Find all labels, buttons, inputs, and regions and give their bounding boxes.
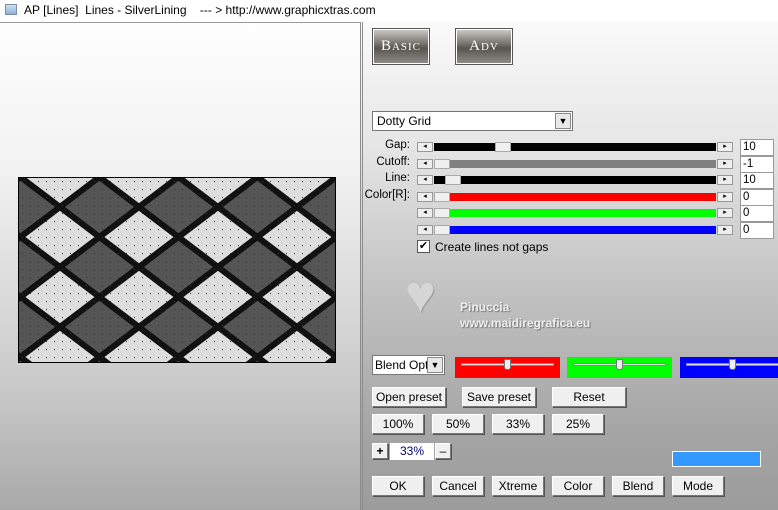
scroll-left-icon[interactable]: ◂: [417, 158, 433, 169]
scroll-right-icon[interactable]: ▸: [717, 142, 733, 152]
slider-value[interactable]: -1: [740, 155, 774, 173]
app-icon: [5, 4, 17, 15]
open-preset-button[interactable]: Open preset: [372, 387, 446, 407]
preview-image: [18, 177, 336, 363]
ok-button[interactable]: OK: [372, 476, 424, 496]
slider-track[interactable]: [434, 208, 716, 219]
xtreme-button[interactable]: Xtreme: [492, 476, 544, 496]
chevron-down-icon[interactable]: ▼: [555, 113, 571, 129]
scroll-left-icon[interactable]: ◂: [417, 175, 433, 186]
slider-label: Color[R]:: [364, 188, 410, 201]
zoom-in-button[interactable]: +: [372, 443, 388, 459]
tab-adv[interactable]: Adv: [455, 28, 513, 65]
create-lines-checkbox[interactable]: ✔: [417, 240, 430, 253]
slider-thumb[interactable]: [444, 175, 461, 186]
slider-track[interactable]: [434, 142, 716, 152]
slider-label: Gap:: [385, 139, 410, 151]
save-preset-button[interactable]: Save preset: [462, 387, 536, 407]
slider-value[interactable]: 10: [740, 139, 774, 156]
scroll-right-icon[interactable]: ▸: [717, 175, 733, 186]
slider-thumb[interactable]: [504, 359, 511, 370]
slider-thumb[interactable]: [434, 191, 450, 202]
scroll-left-icon[interactable]: ◂: [417, 191, 433, 202]
cancel-button[interactable]: Cancel: [432, 476, 484, 496]
blend-select-value: Blend Opti: [375, 358, 432, 372]
param-slider[interactable]: ◂ ▸: [417, 225, 733, 235]
title-bar: AP [Lines] Lines - SilverLining --- > ht…: [0, 0, 778, 22]
scroll-right-icon[interactable]: ▸: [717, 158, 733, 169]
watermark-url: www.maidiregrafica.eu: [460, 316, 591, 330]
heart-watermark-icon: ♥: [405, 266, 436, 324]
scroll-right-icon[interactable]: ▸: [717, 191, 733, 202]
blend-button[interactable]: Blend: [612, 476, 664, 496]
scroll-right-icon[interactable]: ▸: [717, 208, 733, 219]
blend-color-slider[interactable]: [455, 357, 560, 378]
slider-track[interactable]: [434, 191, 716, 202]
blend-options-select[interactable]: Blend Opti ▼: [372, 355, 445, 375]
slider-thumb[interactable]: [434, 158, 450, 169]
blend-color-slider[interactable]: [567, 357, 672, 378]
slider-thumb[interactable]: [434, 208, 450, 219]
slider-thumb[interactable]: [434, 225, 450, 235]
scroll-right-icon[interactable]: ▸: [717, 225, 733, 235]
scroll-left-icon[interactable]: ◂: [417, 208, 433, 219]
window-title: AP [Lines] Lines - SilverLining --- > ht…: [24, 3, 376, 17]
param-slider[interactable]: ◂ ▸: [417, 158, 733, 169]
slider-value[interactable]: 0: [740, 222, 774, 239]
slider-thumb[interactable]: [616, 359, 623, 370]
slider-track[interactable]: [434, 158, 716, 169]
slider-thumb[interactable]: [495, 142, 512, 152]
preset-select-value: Dotty Grid: [377, 114, 432, 128]
reset-button[interactable]: Reset: [552, 387, 626, 407]
slider-label: Cutoff:: [376, 155, 410, 168]
slider-label: Line:: [385, 172, 410, 185]
zoom-100-button[interactable]: 100%: [372, 414, 424, 434]
slider-value[interactable]: 10: [740, 172, 774, 190]
create-lines-label: Create lines not gaps: [435, 240, 549, 254]
slider-value[interactable]: 0: [740, 188, 774, 206]
slider-track[interactable]: [434, 175, 716, 186]
preset-select[interactable]: Dotty Grid ▼: [372, 111, 573, 131]
slider-thumb[interactable]: [729, 359, 736, 370]
chevron-down-icon[interactable]: ▼: [427, 357, 443, 373]
scroll-left-icon[interactable]: ◂: [417, 142, 433, 152]
param-slider[interactable]: ◂ ▸: [417, 208, 733, 219]
param-slider[interactable]: ◂ ▸: [417, 175, 733, 186]
slider-value[interactable]: 0: [740, 205, 774, 223]
blend-color-slider[interactable]: [680, 357, 778, 378]
zoom-out-button[interactable]: –: [435, 443, 451, 459]
zoom-value-field[interactable]: 33%: [390, 443, 434, 460]
zoom-50-button[interactable]: 50%: [432, 414, 484, 434]
color-button[interactable]: Color: [552, 476, 604, 496]
watermark-name: Pinuccia: [460, 300, 510, 314]
zoom-25-button[interactable]: 25%: [552, 414, 604, 434]
param-slider[interactable]: ◂ ▸: [417, 142, 733, 152]
scroll-left-icon[interactable]: ◂: [417, 225, 433, 235]
slider-track[interactable]: [434, 225, 716, 235]
color-swatch[interactable]: [672, 451, 761, 467]
mode-button[interactable]: Mode: [672, 476, 724, 496]
tab-basic[interactable]: Basic: [372, 28, 430, 65]
zoom-33-button[interactable]: 33%: [492, 414, 544, 434]
param-slider[interactable]: ◂ ▸: [417, 191, 733, 202]
